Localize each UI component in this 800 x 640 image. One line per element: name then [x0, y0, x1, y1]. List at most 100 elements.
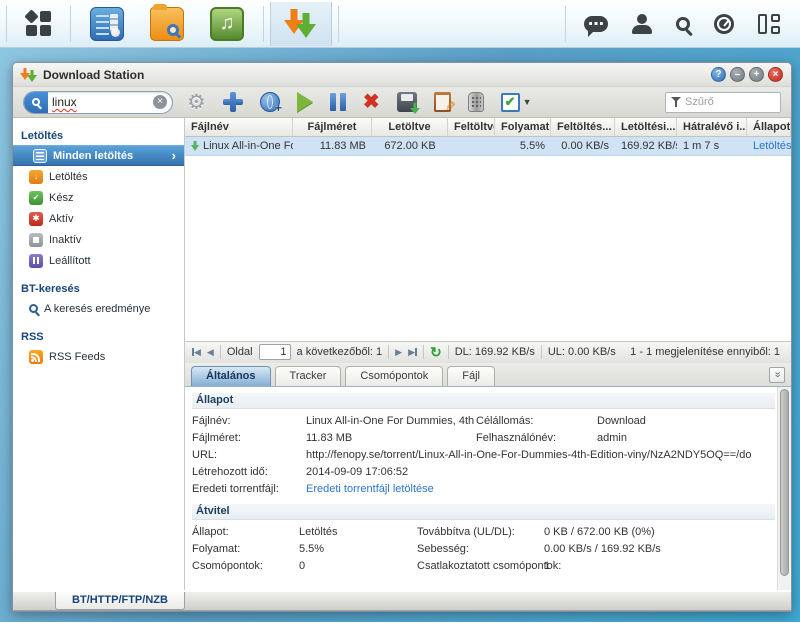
file-station-icon: [150, 7, 184, 41]
detail-value-filename: Linux All-in-One For Dummies, 4th: [306, 415, 476, 427]
tab-general[interactable]: Általános: [191, 366, 271, 386]
detail-value-progress: 5.5%: [299, 543, 417, 555]
download-station-window: Download Station ? – + × linux × ⚙: [12, 62, 792, 612]
window-title: Download Station: [43, 68, 144, 82]
tab-bt-http-ftp-nzb[interactable]: BT/HTTP/FTP/NZB: [55, 592, 185, 610]
settings-button[interactable]: ⚙: [187, 92, 206, 113]
tab-peers[interactable]: Csomópontok: [345, 366, 443, 386]
column-header-upload-speed[interactable]: Feltöltés...: [551, 118, 615, 136]
main-menu-button[interactable]: [13, 2, 64, 46]
add-download-button[interactable]: [223, 92, 243, 112]
cell-filesize: 11.83 MB: [293, 140, 372, 152]
last-page-button[interactable]: ▶: [408, 347, 417, 358]
filter-box[interactable]: Szűrő: [665, 92, 781, 113]
resource-monitor-button[interactable]: [702, 2, 746, 46]
help-button[interactable]: ?: [711, 67, 726, 82]
window-controls: ? – + ×: [711, 67, 783, 82]
app-icon-system[interactable]: [77, 2, 137, 46]
resume-button[interactable]: [297, 92, 313, 112]
gauge-icon: [714, 14, 734, 34]
prev-page-button[interactable]: ◀: [207, 347, 214, 358]
filter-input[interactable]: Szűrő: [685, 96, 714, 108]
user-icon: [632, 14, 652, 34]
sidebar-item-finished[interactable]: ✔ Kész: [13, 187, 184, 208]
detail-row: Csomópontok: 0 Csatlakoztatott csomópont…: [192, 558, 777, 575]
toolbar: linux × ⚙ ✖ ✔▼ Szűrő: [13, 87, 791, 118]
sidebar-item-rss-feeds[interactable]: RSS Feeds: [13, 346, 184, 367]
divider: [541, 345, 542, 359]
sidebar-item-label: RSS Feeds: [49, 351, 105, 363]
clear-search-icon[interactable]: ×: [153, 95, 167, 109]
add-url-button[interactable]: [260, 92, 280, 112]
sidebar-item-active[interactable]: ✱ Aktív: [13, 208, 184, 229]
sidebar-item-inactive[interactable]: Inaktív: [13, 229, 184, 250]
close-button[interactable]: ×: [768, 67, 783, 82]
column-header-time-left[interactable]: Hátralévő i...: [677, 118, 747, 136]
delete-button[interactable]: ✖: [363, 92, 380, 112]
maximize-button[interactable]: +: [749, 67, 764, 82]
collapse-panel-button[interactable]: »: [769, 367, 785, 383]
sidebar-item-label: Leállított: [49, 255, 91, 267]
detail-value-speed: 0.00 KB/s / 169.92 KB/s: [544, 543, 777, 555]
tab-tracker[interactable]: Tracker: [275, 366, 342, 386]
clear-completed-button[interactable]: [468, 92, 484, 112]
detail-label: URL:: [192, 449, 306, 461]
detail-label: Eredeti torrentfájl:: [192, 483, 306, 495]
pause-button[interactable]: [330, 93, 346, 111]
column-header-filesize[interactable]: Fájlméret: [293, 118, 372, 136]
user-button[interactable]: [620, 2, 664, 46]
search-button[interactable]: [664, 2, 702, 46]
search-icon: [29, 304, 38, 313]
edit-button[interactable]: [434, 92, 451, 112]
table-row[interactable]: Linux All-in-One For... 11.83 MB 672.00 …: [185, 137, 791, 156]
cell-download-speed: 169.92 KB/s: [615, 140, 677, 152]
refresh-icon[interactable]: ↻: [430, 345, 442, 359]
tab-file[interactable]: Fájl: [447, 366, 495, 386]
dl-speed-total: DL: 169.92 KB/s: [455, 346, 535, 358]
taskbar-divider: [6, 6, 7, 42]
screen: ♫: [0, 0, 800, 640]
column-header-status[interactable]: Állapot: [747, 118, 791, 136]
column-header-progress[interactable]: Folyamat: [495, 118, 551, 136]
window-titlebar[interactable]: Download Station ? – + ×: [13, 63, 791, 87]
funnel-icon: [671, 97, 681, 107]
next-page-button[interactable]: ▶: [395, 347, 402, 358]
taskbar-divider: [70, 6, 71, 42]
select-mode-button[interactable]: ✔▼: [501, 93, 532, 112]
plus-icon: [223, 92, 243, 112]
sidebar-item-all-downloads[interactable]: Minden letöltés ›: [13, 145, 184, 166]
detail-label: Célállomás:: [476, 415, 597, 427]
list-icon: [33, 149, 47, 163]
search-icon: [676, 17, 690, 31]
page-number-input[interactable]: 1: [259, 344, 291, 360]
column-header-download-speed[interactable]: Letöltési...: [615, 118, 677, 136]
divider: [448, 345, 449, 359]
app-icon-download-station[interactable]: [270, 2, 332, 46]
sidebar-item-label: Letöltés: [49, 171, 88, 183]
notifications-button[interactable]: [572, 2, 620, 46]
minimize-button[interactable]: –: [730, 67, 745, 82]
section-header-transfer: Átvitel: [192, 504, 775, 520]
sidebar-item-downloading[interactable]: ↓ Letöltés: [13, 166, 184, 187]
search-submit-button[interactable]: [24, 91, 48, 114]
sidebar-item-stopped[interactable]: Leállított: [13, 250, 184, 271]
app-icon-file-station[interactable]: [137, 2, 197, 46]
search-box[interactable]: linux ×: [23, 91, 173, 114]
column-header-downloaded[interactable]: Letöltve: [372, 118, 448, 136]
column-header-uploaded[interactable]: Feltöltve: [448, 118, 495, 136]
sidebar: Letöltés Minden letöltés › ↓ Letöltés ✔ …: [13, 118, 185, 590]
pilot-view-button[interactable]: [746, 2, 792, 46]
scrollbar-thumb[interactable]: [780, 389, 789, 576]
detail-scrollbar[interactable]: [777, 387, 791, 591]
download-list: Linux All-in-One For... 11.83 MB 672.00 …: [185, 137, 791, 341]
search-input[interactable]: linux: [48, 95, 153, 109]
checkbox-check-icon: ✔: [501, 93, 520, 112]
sidebar-item-search-results[interactable]: A keresés eredménye: [13, 298, 184, 319]
extract-button[interactable]: [397, 92, 417, 112]
gear-icon: ⚙: [187, 92, 206, 113]
first-page-button[interactable]: ◀: [192, 347, 201, 358]
column-header-filename[interactable]: Fájlnév: [185, 118, 293, 136]
app-icon-audio-station[interactable]: ♫: [197, 2, 257, 46]
divider: [423, 345, 424, 359]
download-original-torrent-link[interactable]: Eredeti torrentfájl letöltése: [306, 483, 434, 495]
